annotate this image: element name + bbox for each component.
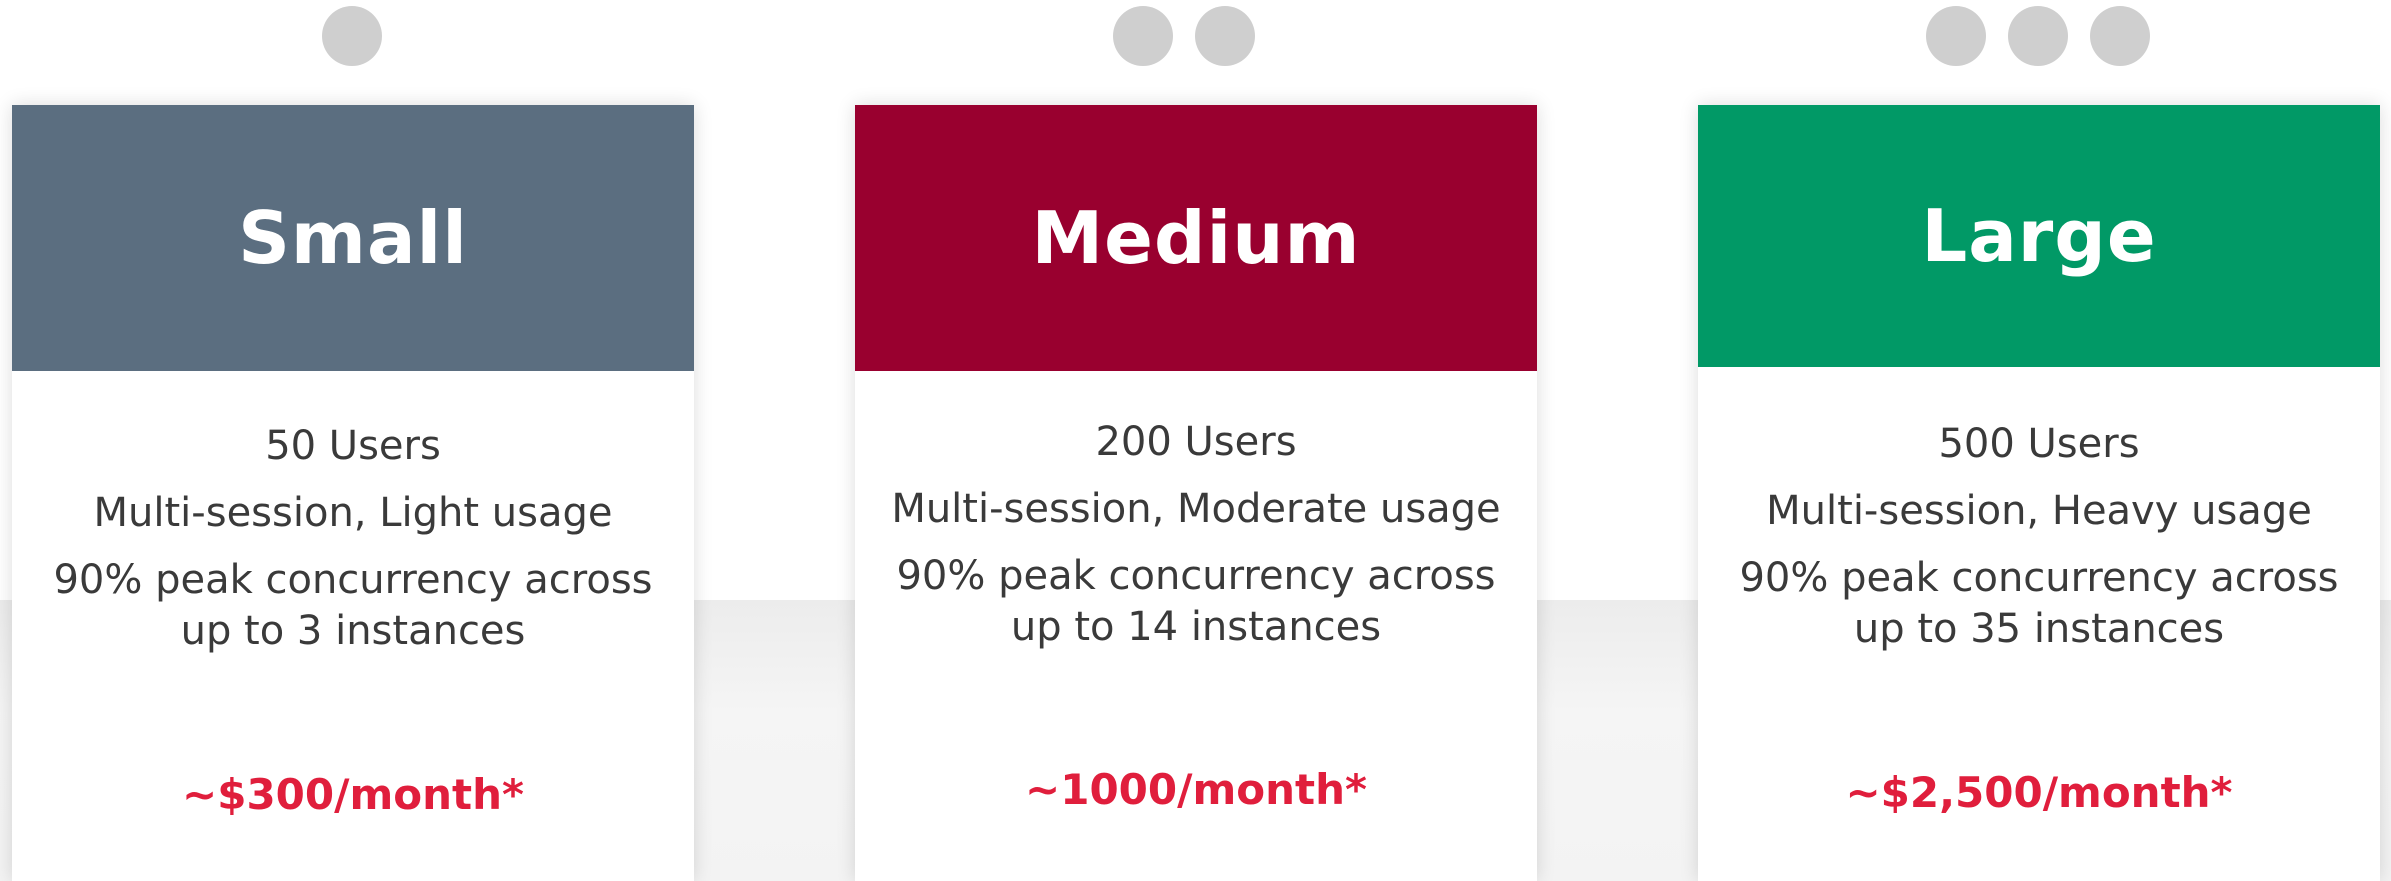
plan-title: Large: [1921, 194, 2157, 278]
plan-header-large: Large: [1698, 105, 2380, 367]
tier-indicator-small: [322, 6, 382, 66]
tier-dot: [1113, 6, 1173, 66]
tier-dot: [2008, 6, 2068, 66]
plan-usage: Multi-session, Light usage: [93, 490, 613, 536]
plan-title: Small: [238, 196, 468, 280]
plan-concurrency: 90% peak concurrency across up to 14 ins…: [896, 553, 1496, 650]
plan-header-medium: Medium: [855, 105, 1537, 371]
plan-details: 50 Users Multi-session, Light usage 90% …: [12, 371, 694, 657]
tier-dot: [2090, 6, 2150, 66]
plan-price: ~$300/month*: [182, 770, 524, 819]
plan-details: 200 Users Multi-session, Moderate usage …: [855, 371, 1537, 653]
tier-dot: [322, 6, 382, 66]
plan-users: 500 Users: [1938, 421, 2140, 467]
tier-indicator-medium: [1113, 6, 1255, 66]
plan-title: Medium: [1031, 196, 1361, 280]
tier-indicator-large: [1926, 6, 2150, 66]
plan-price: ~$2,500/month*: [1845, 768, 2233, 817]
plan-details: 500 Users Multi-session, Heavy usage 90%…: [1698, 367, 2380, 655]
tier-dot: [1195, 6, 1255, 66]
plan-concurrency: 90% peak concurrency across up to 3 inst…: [53, 557, 653, 654]
plan-card-medium: Medium 200 Users Multi-session, Moderate…: [855, 105, 1537, 881]
plan-usage: Multi-session, Moderate usage: [891, 486, 1501, 532]
plan-card-small: Small 50 Users Multi-session, Light usag…: [12, 105, 694, 881]
plan-price: ~1000/month*: [1025, 765, 1367, 814]
plan-header-small: Small: [12, 105, 694, 371]
plan-usage: Multi-session, Heavy usage: [1766, 488, 2312, 534]
plan-users: 50 Users: [265, 423, 441, 469]
plan-users: 200 Users: [1095, 419, 1297, 465]
plan-card-large: Large 500 Users Multi-session, Heavy usa…: [1698, 105, 2380, 881]
tier-dot: [1926, 6, 1986, 66]
plan-concurrency: 90% peak concurrency across up to 35 ins…: [1739, 555, 2339, 652]
